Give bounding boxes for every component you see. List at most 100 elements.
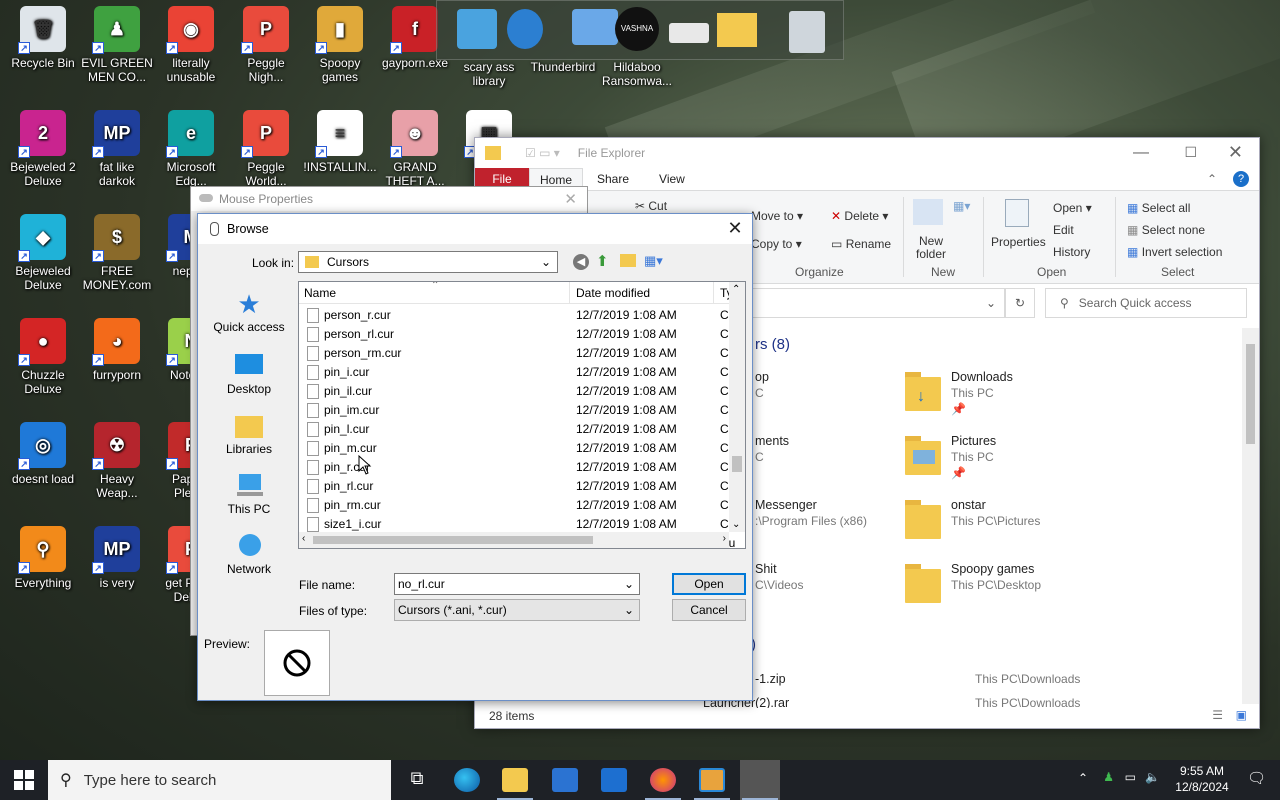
desktop-icon[interactable]: ◕ ↗ furryporn [80,318,154,382]
scroll-up-icon[interactable]: ⌃ [732,284,740,295]
file-list-hscroll[interactable]: ‹ › [299,532,729,548]
cut-button[interactable]: ✂ Cut [635,199,667,213]
frequent-item-name[interactable]: Downloads [951,370,1013,384]
file-row[interactable]: person_r.cur 12/7/2019 1:08 AM Cu [299,306,735,325]
desktop-icon[interactable]: ☢ ↗ Heavy Weap... [80,422,154,500]
scroll-down-icon[interactable]: ⌄ [732,519,740,530]
up-folder-icon[interactable]: ⬆ [596,252,609,270]
desktop-icon[interactable]: MP ↗ is very [80,526,154,590]
invert-selection-button[interactable]: ▦ Invert selection [1127,245,1222,259]
look-in-select[interactable]: Cursors ⌄ [298,251,558,273]
explorer-scrollbar[interactable] [1242,328,1259,704]
scrollbar-thumb[interactable] [732,456,742,472]
people-icon[interactable]: ♟ [1103,770,1114,784]
clock[interactable]: 9:55 AM 12/8/2024 [1170,763,1234,795]
desktop-icon[interactable]: Hildaboo Ransomwa... [600,60,674,88]
frequent-item-name[interactable]: Messenger [755,498,817,512]
view-menu-icon[interactable]: ▦▾ [644,253,663,269]
new-folder-button[interactable]: New folder [911,235,951,261]
file-row[interactable]: pin_rl.cur 12/7/2019 1:08 AM Cu [299,477,735,496]
file-row[interactable]: person_rl.cur 12/7/2019 1:08 AM Cu [299,325,735,344]
frequent-item-name[interactable]: Pictures [951,434,996,448]
copy-to-button[interactable]: Copy to ▾ [751,237,802,251]
frequent-folders-header[interactable]: rs (8) [755,336,790,353]
start-button[interactable] [14,770,34,790]
desktop-icon[interactable]: 2 ↗ Bejeweled 2 Deluxe [6,110,80,188]
file-list[interactable]: Name ⌃ Date modified Ty person_r.cur 12/7… [298,281,746,549]
desktop-icon[interactable]: P ↗ Peggle Nigh... [229,6,303,84]
scrollbar-thumb[interactable] [313,536,593,544]
desktop-icon[interactable]: ● ↗ Chuzzle Deluxe [6,318,80,396]
volume-icon[interactable]: 🔈 [1145,770,1160,784]
place-desktop[interactable]: Desktop [204,352,294,396]
frequent-item-name[interactable]: op [755,370,769,384]
refresh-button[interactable]: ↻ [1005,288,1035,318]
task-view-icon[interactable]: ⧉ [404,768,430,792]
move-to-button[interactable]: Move to ▾ [751,209,803,223]
close-button[interactable]: ✕ [564,190,577,208]
details-view-icon[interactable]: ☰ [1212,708,1223,722]
file-row[interactable]: pin_rm.cur 12/7/2019 1:08 AM Cu [299,496,735,515]
network-icon[interactable]: ▭ [1125,770,1136,784]
file-row[interactable]: pin_im.cur 12/7/2019 1:08 AM Cu [299,401,735,420]
back-icon[interactable]: ◀ [573,254,589,270]
history-button[interactable]: History [1053,245,1090,259]
close-button[interactable]: ✕ [718,214,752,244]
scroll-left-icon[interactable]: ‹ [302,533,305,544]
tiles-view-icon[interactable]: ▣ [1236,708,1247,722]
new-folder-icon[interactable] [620,254,636,267]
open-button[interactable]: Open ▾ [1053,201,1092,215]
select-none-button[interactable]: ▦ Select none [1127,223,1205,237]
desktop-icon[interactable]: Thunderbird [526,60,600,74]
files-of-type-select[interactable]: Cursors (*.ani, *.cur) ⌄ [394,599,640,621]
place-libraries[interactable]: Libraries [204,412,294,456]
quick-access-toolbar[interactable]: ☑ ▭ ▾ [525,146,560,160]
open-button[interactable]: Open [672,573,746,595]
file-row[interactable]: pin_il.cur 12/7/2019 1:08 AM Cu [299,382,735,401]
column-name[interactable]: Name [304,286,336,300]
desktop-icon[interactable]: ♟ ↗ EVIL GREEN MEN CO... [80,6,154,84]
frequent-item-name[interactable]: onstar [951,498,986,512]
ribbon-collapse-icon[interactable]: ⌃ [1207,172,1217,186]
maximize-button[interactable]: ☐ [1184,144,1197,161]
tab-share[interactable]: Share [597,172,629,186]
chevron-up-icon[interactable]: ⌃ [1078,771,1088,785]
search-box[interactable]: ⚲ Search Quick access [1045,288,1247,318]
desktop-icon[interactable]: MP ↗ fat like darkok [80,110,154,188]
desktop-icon[interactable]: ⚲ ↗ Everything [6,526,80,590]
desktop-icon[interactable]: ◉ ↗ literally unusable [154,6,228,84]
edge-icon[interactable] [454,768,480,792]
new-item-icon[interactable]: ▦▾ [953,199,970,213]
file-list-vscroll[interactable]: ⌃ ⌄ [729,282,745,532]
place-network[interactable]: Network [204,532,294,576]
edit-button[interactable]: Edit [1053,223,1074,237]
file-row[interactable]: pin_i.cur 12/7/2019 1:08 AM Cu [299,363,735,382]
scroll-right-icon[interactable]: › [723,533,726,544]
column-date-modified[interactable]: Date modified [576,286,650,300]
chevron-down-icon[interactable]: ⌄ [624,577,634,591]
file-explorer-icon[interactable] [502,768,528,792]
place-quick-access[interactable]: ★ Quick access [204,290,294,334]
desktop-icon[interactable]: ◆ ↗ Bejeweled Deluxe [6,214,80,292]
desktop-icon[interactable]: scary ass library [452,60,526,88]
mail-icon[interactable] [601,768,627,792]
delete-button[interactable]: ✕ Delete ▾ [831,209,888,223]
rename-button[interactable]: ▭ Rename [831,237,891,251]
firefox-icon[interactable] [650,768,676,792]
desktop-icon[interactable]: ≡ ↗ !INSTALLIN... [303,110,377,174]
desktop-icon[interactable]: 🗑 ↗ Recycle Bin [6,6,80,70]
recent-file-name[interactable]: -1.zip [755,672,786,686]
store-icon[interactable] [552,768,578,792]
control-panel-icon[interactable] [699,768,725,792]
cancel-button[interactable]: Cancel [672,599,746,621]
desktop-icon[interactable]: ◎ ↗ doesnt load [6,422,80,486]
desktop-icon[interactable]: ☻ ↗ GRAND THEFT A... [378,110,452,188]
frequent-item-name[interactable]: Shit [755,562,777,576]
properties-button[interactable]: Properties [991,235,1046,249]
minimize-button[interactable]: — [1133,144,1149,162]
file-name-input[interactable]: no_rl.cur ⌄ [394,573,640,595]
mouse-properties-taskbar-icon[interactable] [740,760,780,800]
address-bar[interactable]: ⌄ [745,288,1005,318]
frequent-item-name[interactable]: Spoopy games [951,562,1034,576]
select-all-button[interactable]: ▦ Select all [1127,201,1190,215]
